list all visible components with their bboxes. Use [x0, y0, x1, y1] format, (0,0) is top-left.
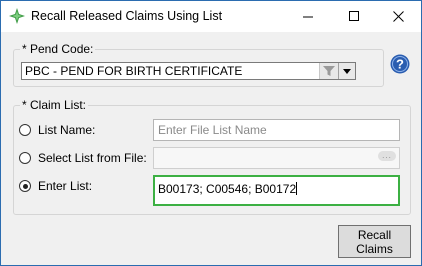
pend-code-filter-button[interactable]: [319, 63, 338, 79]
claim-list-legend: * Claim List:: [20, 98, 89, 112]
chevron-down-icon: [343, 68, 351, 74]
pend-code-selected-value: PBC - PEND FOR BIRTH CERTIFICATE: [25, 64, 243, 78]
list-name-input[interactable]: Enter File List Name: [153, 119, 400, 141]
select-file-radio[interactable]: [19, 152, 31, 164]
select-file-label: Select List from File:: [38, 151, 147, 165]
list-name-label: List Name:: [38, 123, 96, 137]
recall-claims-button[interactable]: Recall Claims: [338, 225, 411, 258]
browse-file-button[interactable]: ...: [378, 151, 396, 161]
enter-list-option[interactable]: Enter List:: [19, 178, 92, 194]
green-diamond-icon: [9, 8, 25, 24]
funnel-icon: [323, 66, 335, 76]
close-button[interactable]: [375, 1, 421, 32]
window-title: Recall Released Claims Using List: [31, 9, 223, 23]
claim-list-group: * Claim List: List Name: Enter File List…: [13, 98, 411, 215]
minimize-button[interactable]: [285, 1, 331, 32]
select-file-input[interactable]: ...: [153, 147, 400, 169]
maximize-button[interactable]: [331, 1, 377, 32]
maximize-icon: [348, 11, 359, 21]
enter-list-radio[interactable]: [19, 180, 31, 192]
pend-code-legend: * Pend Code:: [20, 42, 96, 56]
enter-list-label: Enter List:: [38, 179, 93, 193]
title-bar: Recall Released Claims Using List: [1, 1, 421, 32]
question-help-icon[interactable]: ?: [390, 54, 410, 74]
help-glyph: ?: [396, 57, 404, 72]
pend-code-combobox[interactable]: PBC - PEND FOR BIRTH CERTIFICATE: [21, 62, 356, 80]
close-icon: [392, 11, 404, 22]
enter-list-value: B00173; C00546; B00172: [158, 182, 297, 196]
pend-code-group: * Pend Code: PBC - PEND FOR BIRTH CERTIF…: [13, 42, 384, 87]
pend-code-dropdown-button[interactable]: [338, 63, 355, 79]
enter-list-input[interactable]: B00173; C00546; B00172: [153, 175, 400, 206]
recall-released-claims-window: Recall Released Claims Using List * Pend…: [0, 0, 422, 266]
list-name-radio[interactable]: [19, 124, 31, 136]
minimize-icon: [302, 16, 313, 18]
select-file-option[interactable]: Select List from File:: [19, 150, 147, 166]
list-name-placeholder: Enter File List Name: [158, 123, 267, 137]
enter-list-value-wrap: B00173; C00546; B00172: [158, 182, 298, 196]
list-name-option[interactable]: List Name:: [19, 122, 95, 138]
text-caret: [296, 182, 298, 195]
